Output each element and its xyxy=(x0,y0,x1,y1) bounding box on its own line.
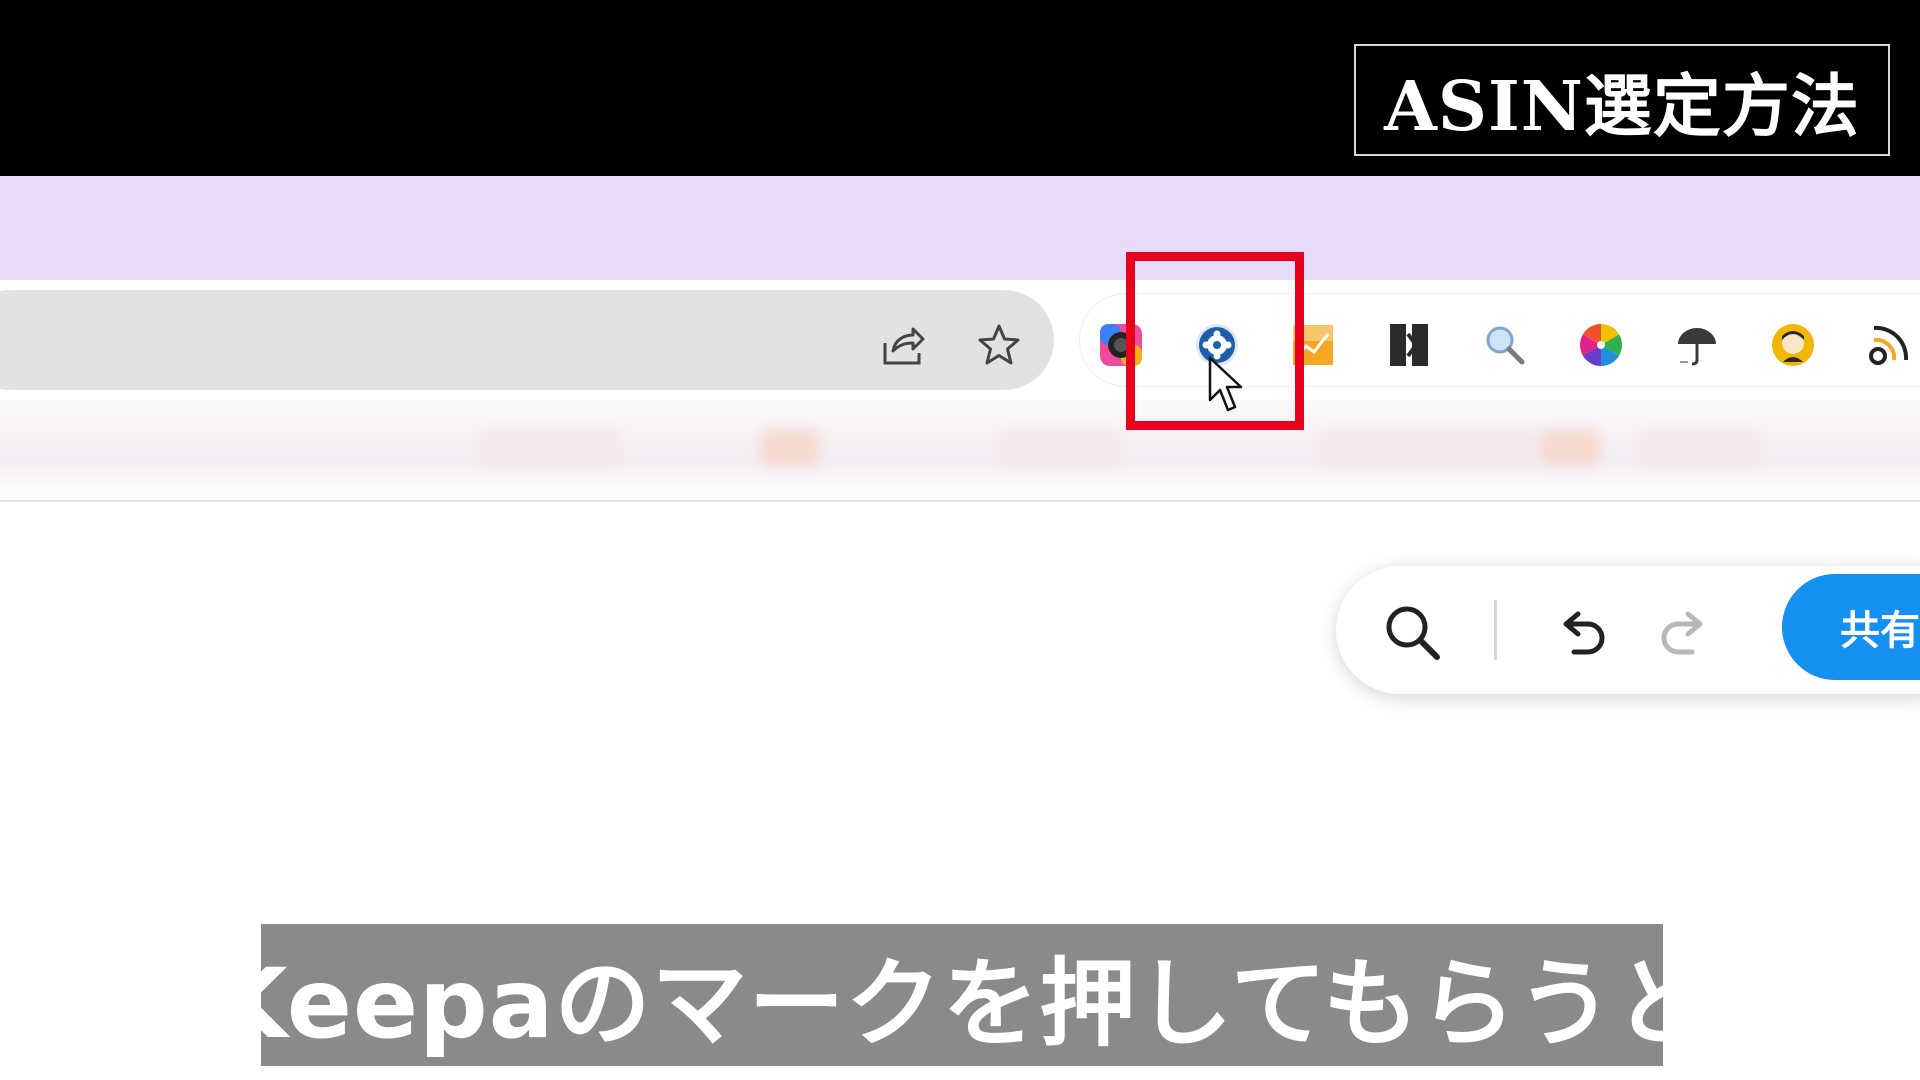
address-bar[interactable] xyxy=(0,290,1054,390)
share-button[interactable]: 共有 xyxy=(1782,574,1920,680)
bookmarks-bar xyxy=(0,400,1920,502)
magnifier-extension-icon[interactable] xyxy=(1482,322,1528,368)
redo-icon[interactable] xyxy=(1652,600,1716,664)
title-bar: ASIN選定方法 xyxy=(0,0,1920,176)
blurred-bookmark xyxy=(760,430,820,466)
blurred-bookmark xyxy=(1640,430,1760,466)
mouse-cursor-icon xyxy=(1208,356,1243,412)
video-subtitle: Keepaのマークを押してもらうと xyxy=(213,924,1710,1066)
browser-tab-strip xyxy=(0,176,1920,280)
bracket-extension-icon[interactable] xyxy=(1386,322,1432,368)
blurred-bookmark xyxy=(1000,430,1120,466)
document-toolbar: 共有 xyxy=(1336,566,1920,694)
toolbar-separator xyxy=(1494,600,1497,660)
color-wheel-extension-icon[interactable] xyxy=(1578,322,1624,368)
search-icon[interactable] xyxy=(1380,600,1444,664)
blurred-bookmark xyxy=(1540,430,1600,466)
video-title: ASIN選定方法 xyxy=(1354,44,1890,156)
share-icon[interactable] xyxy=(878,320,928,370)
feed-extension-icon[interactable] xyxy=(1866,322,1912,368)
umbrella-extension-icon[interactable] xyxy=(1674,322,1720,368)
browser-toolbar xyxy=(0,280,1920,400)
blurred-bookmark xyxy=(480,430,620,466)
undo-icon[interactable] xyxy=(1550,600,1614,664)
screen: ASIN選定方法 共有 Keepaのマークを押してもらうと xyxy=(0,0,1920,1080)
bookmark-star-icon[interactable] xyxy=(974,320,1024,370)
blurred-bookmark xyxy=(1320,430,1540,466)
avatar-extension-icon[interactable] xyxy=(1770,322,1816,368)
